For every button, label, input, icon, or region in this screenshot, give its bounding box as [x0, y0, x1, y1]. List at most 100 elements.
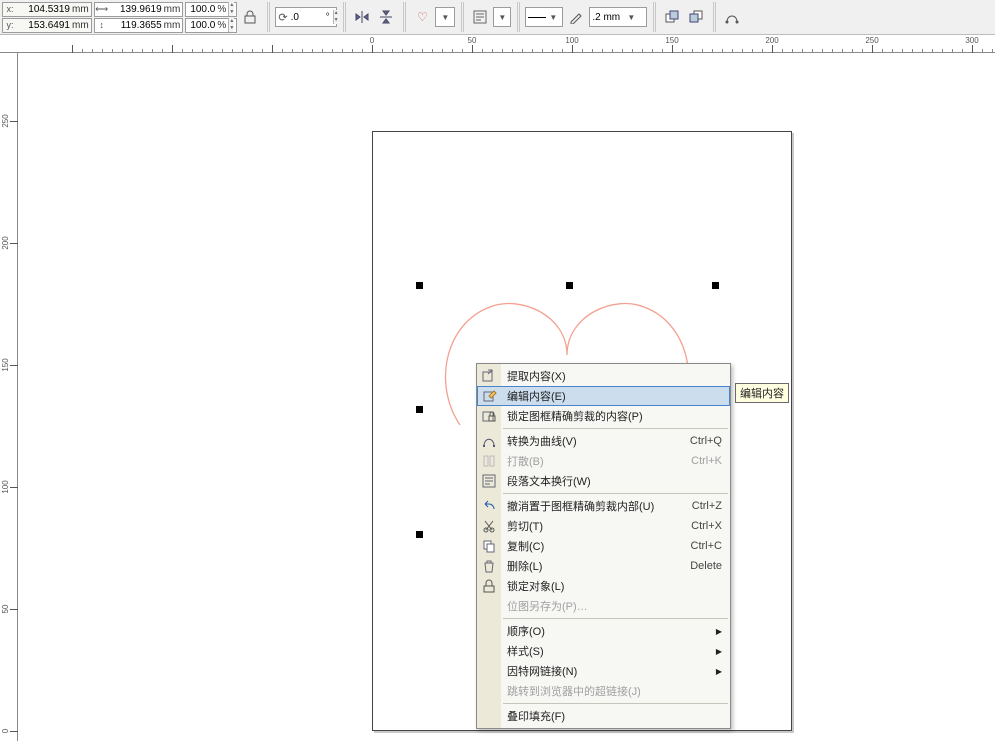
height-input[interactable] — [110, 20, 162, 31]
width-input[interactable] — [110, 4, 162, 15]
pos-y-unit: mm — [72, 20, 89, 31]
scale-y-input[interactable] — [187, 20, 215, 31]
sel-handle-tm[interactable] — [566, 282, 573, 289]
context-menu-label: 锁定图框精确剪裁的内容(P) — [507, 408, 722, 424]
rotation-input[interactable] — [291, 12, 323, 23]
canvas[interactable]: 提取内容(X)编辑内容(E) 锁定图框精确剪裁的内容(P) 转换为曲线(V)Ctrl… — [18, 53, 995, 741]
shape-edit-button[interactable]: ♡ — [411, 6, 433, 28]
to-front-button[interactable] — [661, 6, 683, 28]
pos-y-field[interactable]: y: mm — [2, 18, 92, 33]
sel-handle-tl[interactable] — [416, 282, 423, 289]
rotation-field[interactable]: ⟳ ° ▲▼ — [275, 7, 337, 27]
wrap-icon — [480, 472, 498, 490]
pos-x-input[interactable] — [18, 4, 70, 15]
context-menu-item[interactable]: 复制(C)Ctrl+C — [477, 536, 730, 556]
front-icon — [665, 10, 679, 24]
sel-handle-ml[interactable] — [416, 406, 423, 413]
mirror-h-button[interactable] — [351, 6, 373, 28]
context-menu-item[interactable]: 锁定图框精确剪裁的内容(P) — [477, 406, 730, 426]
convert-curves-button[interactable] — [721, 6, 743, 28]
context-menu-label: 段落文本换行(W) — [507, 473, 722, 489]
size-fields: ⟷ mm ↕ mm — [94, 2, 184, 33]
width-unit: mm — [164, 4, 181, 15]
edit-icon — [481, 387, 499, 405]
width-icon: ⟷ — [96, 3, 108, 15]
back-icon — [689, 10, 703, 24]
rotation-spinner[interactable]: ▲▼ — [333, 10, 339, 24]
y-icon: y: — [4, 19, 16, 31]
context-menu-item[interactable]: 编辑内容(E) — [477, 386, 730, 406]
to-back-button[interactable] — [685, 6, 707, 28]
context-menu-shortcut: Ctrl+Q — [690, 435, 722, 447]
context-menu-label: 样式(S) — [507, 643, 710, 659]
chevron-down-icon: ▼ — [498, 13, 506, 22]
lock-icon — [480, 577, 498, 595]
context-menu-separator — [503, 428, 728, 429]
context-menu-shortcut: Delete — [690, 560, 722, 572]
shape-dropdown[interactable]: ▼ — [435, 7, 455, 27]
context-menu-shortcut: Ctrl+X — [691, 520, 722, 532]
outline-width-field[interactable]: ▼ — [589, 7, 647, 27]
ruler-horizontal[interactable]: 050100150200250300 — [0, 35, 995, 53]
scale-x-input[interactable] — [187, 4, 215, 15]
heart-icon: ♡ — [417, 10, 428, 24]
context-menu-label: 因特网链接(N) — [507, 663, 710, 679]
separator — [342, 2, 346, 32]
separator — [402, 2, 406, 32]
context-menu-item[interactable]: 撤消置于图框精确剪裁内部(U) Ctrl+Z — [477, 496, 730, 516]
scale-fields: % ▲▼ % ▲▼ — [185, 2, 237, 33]
context-menu: 提取内容(X)编辑内容(E) 锁定图框精确剪裁的内容(P) 转换为曲线(V)Ctrl… — [476, 363, 731, 729]
scale-x-field[interactable]: % ▲▼ — [185, 2, 237, 17]
context-menu-label: 顺序(O) — [507, 623, 710, 639]
curve-icon — [480, 432, 498, 450]
context-menu-item[interactable]: 锁定对象(L) — [477, 576, 730, 596]
lock-ratio-button[interactable] — [239, 6, 261, 28]
pos-x-field[interactable]: x: mm — [2, 2, 92, 17]
context-menu-item: 跳转到浏览器中的超链接(J) — [477, 681, 730, 701]
separator — [460, 2, 464, 32]
rotation-deg: ° — [326, 12, 330, 23]
context-menu-label: 打散(B) — [507, 453, 685, 469]
scale-x-spinner[interactable]: ▲▼ — [228, 2, 234, 16]
height-field[interactable]: ↕ mm — [94, 18, 184, 33]
pos-x-unit: mm — [72, 4, 89, 15]
mirror-v-button[interactable] — [375, 6, 397, 28]
context-menu-label: 撤消置于图框精确剪裁内部(U) — [507, 498, 686, 514]
wrap-dropdown[interactable]: ▼ — [493, 7, 511, 27]
outline-width-icon-button[interactable] — [565, 6, 587, 28]
context-menu-item[interactable]: 转换为曲线(V)Ctrl+Q — [477, 431, 730, 451]
scale-y-spinner[interactable]: ▲▼ — [228, 18, 234, 32]
chevron-down-icon: ▼ — [627, 13, 635, 22]
context-menu-separator — [503, 703, 728, 704]
context-menu-shortcut: Ctrl+Z — [692, 500, 722, 512]
copy-icon — [480, 537, 498, 555]
break-icon — [480, 452, 498, 470]
context-menu-item[interactable]: 叠印填充(F) — [477, 706, 730, 726]
context-menu-item[interactable]: 段落文本换行(W) — [477, 471, 730, 491]
context-menu-item[interactable]: 顺序(O) ▶ — [477, 621, 730, 641]
separator — [516, 2, 520, 32]
height-icon: ↕ — [96, 19, 108, 31]
ruler-vertical[interactable]: 050100150200250 — [0, 53, 18, 741]
pen-icon — [569, 10, 583, 24]
sel-handle-tr[interactable] — [712, 282, 719, 289]
context-menu-separator — [503, 618, 728, 619]
outline-style-field[interactable]: ▼ — [525, 7, 563, 27]
width-field[interactable]: ⟷ mm — [94, 2, 184, 17]
height-unit: mm — [164, 20, 181, 31]
scale-y-field[interactable]: % ▲▼ — [185, 18, 237, 33]
context-menu-item[interactable]: 样式(S)▶ — [477, 641, 730, 661]
submenu-arrow-icon: ▶ — [716, 627, 722, 636]
sel-handle-bl[interactable] — [416, 531, 423, 538]
pos-y-input[interactable] — [18, 20, 70, 31]
context-menu-item[interactable]: 剪切(T)Ctrl+X — [477, 516, 730, 536]
separator — [266, 2, 270, 32]
context-menu-item[interactable]: 因特网链接(N)▶ — [477, 661, 730, 681]
outline-width-input[interactable] — [592, 12, 624, 23]
context-menu-label: 跳转到浏览器中的超链接(J) — [507, 683, 722, 699]
context-menu-separator — [503, 493, 728, 494]
wrap-text-button[interactable] — [469, 6, 491, 28]
context-menu-item[interactable]: 删除(L)Delete — [477, 556, 730, 576]
lock-icon — [244, 10, 256, 24]
context-menu-item[interactable]: 提取内容(X) — [477, 366, 730, 386]
